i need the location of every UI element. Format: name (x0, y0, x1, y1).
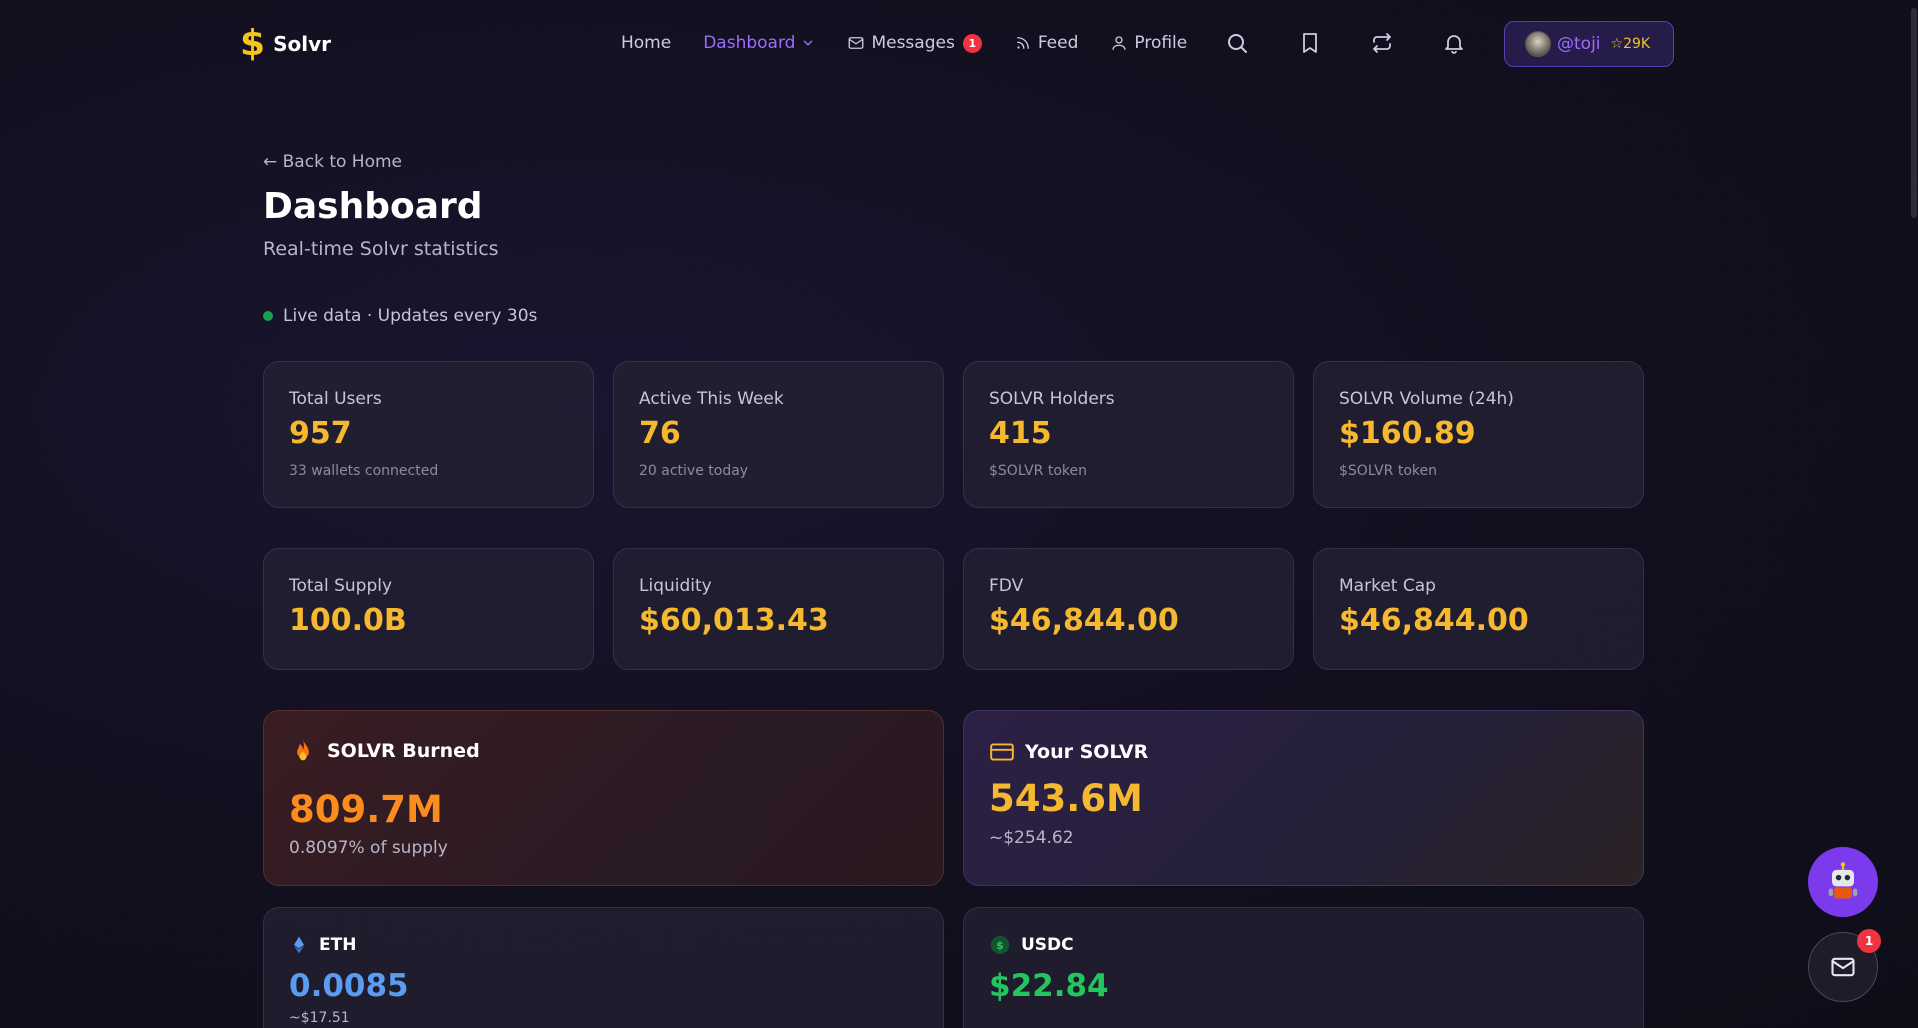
stat-card-volume: SOLVR Volume (24h) $160.89 $SOLVR token (1313, 361, 1644, 508)
burned-title: SOLVR Burned (289, 735, 480, 767)
stat-card-market-cap: Market Cap $46,844.00 (1313, 548, 1644, 670)
stat-label: Market Cap (1339, 576, 1436, 596)
chevron-down-icon (804, 40, 813, 46)
stat-label: Active This Week (639, 389, 784, 409)
wallet-card-icon (990, 743, 1014, 761)
notifications-button[interactable] (1442, 31, 1466, 55)
nav-messages[interactable]: Messages 1 (847, 31, 982, 55)
live-indicator: Live data · Updates every 30s (263, 306, 537, 326)
page-title: Dashboard (263, 186, 483, 227)
nav-links: Home Dashboard Messages 1 Feed Profile (621, 31, 1219, 55)
stat-card-total-users: Total Users 957 33 wallets connected (263, 361, 594, 508)
nav-home-label: Home (621, 33, 672, 53)
stat-value: $160.89 (1339, 416, 1476, 451)
your-solvr-value: 543.6M (989, 777, 1143, 820)
nav-feed[interactable]: Feed (1014, 31, 1079, 55)
dollar-coin-icon: $ (990, 935, 1010, 955)
usdc-title-label: USDC (1021, 935, 1074, 955)
live-text: Live data · Updates every 30s (283, 306, 538, 326)
stat-card-liquidity: Liquidity $60,013.43 (613, 548, 944, 670)
user-menu-button[interactable]: @toji ☆29K (1504, 21, 1674, 67)
eth-sub: ~$17.51 (289, 1010, 350, 1026)
dollar-logo-icon: $ (240, 23, 266, 64)
usdc-title: $ USDC (989, 934, 1074, 956)
messages-count-badge: 1 (962, 33, 982, 53)
nav-messages-label: Messages (871, 33, 955, 53)
usdc-value: $22.84 (989, 968, 1109, 1004)
stat-value: 76 (639, 416, 681, 451)
eth-title: ETH (289, 934, 356, 956)
eth-title-label: ETH (319, 935, 357, 955)
nav-feed-label: Feed (1037, 33, 1079, 53)
bell-icon (1445, 35, 1463, 54)
stat-card-total-supply: Total Supply 100.0B (263, 548, 594, 670)
stat-value: 100.0B (289, 603, 407, 638)
user-handle: @toji (1557, 34, 1601, 54)
your-solvr-title-label: Your SOLVR (1025, 741, 1149, 763)
flame-icon (297, 739, 309, 761)
live-dot-icon (263, 311, 273, 321)
stat-label: Total Supply (289, 576, 393, 596)
search-icon (1228, 34, 1247, 53)
repeat-icon (1373, 33, 1391, 53)
user-stars: ☆29K (1610, 36, 1651, 52)
nav-profile[interactable]: Profile (1110, 31, 1187, 55)
your-solvr-title: Your SOLVR (989, 739, 1148, 765)
stat-sub: $SOLVR token (989, 463, 1087, 479)
search-button[interactable] (1225, 31, 1249, 55)
stat-card-fdv: FDV $46,844.00 (963, 548, 1294, 670)
user-icon (1112, 36, 1127, 50)
swap-button[interactable] (1370, 31, 1394, 55)
ethereum-icon (294, 936, 304, 954)
assistant-bot-button[interactable] (1808, 847, 1878, 917)
mail-icon (849, 37, 864, 49)
stat-label: SOLVR Volume (24h) (1339, 389, 1514, 409)
burned-sub: 0.8097% of supply (289, 838, 448, 858)
stat-sub: 33 wallets connected (289, 463, 439, 479)
bookmark-icon (1303, 33, 1317, 53)
stat-label: FDV (989, 576, 1024, 596)
bookmarks-button[interactable] (1298, 31, 1322, 55)
eth-card: ETH 0.0085 ~$17.51 (263, 907, 944, 1028)
messages-fab-button[interactable]: 1 (1808, 929, 1881, 1002)
usdc-card: $ USDC $22.84 (963, 907, 1644, 1028)
stat-value: $46,844.00 (989, 603, 1179, 638)
rss-icon (1016, 37, 1029, 49)
stat-value: 957 (289, 416, 352, 451)
stat-card-active-week: Active This Week 76 20 active today (613, 361, 944, 508)
stat-sub: 20 active today (639, 463, 749, 479)
burned-value: 809.7M (289, 788, 443, 831)
brand-logo[interactable]: $ Solvr (240, 26, 331, 62)
nav-profile-label: Profile (1134, 33, 1188, 53)
stat-sub: $SOLVR token (1339, 463, 1437, 479)
your-solvr-card: Your SOLVR 543.6M ~$254.62 (963, 710, 1644, 886)
page-subtitle: Real-time Solvr statistics (263, 238, 499, 260)
stat-card-holders: SOLVR Holders 415 $SOLVR token (963, 361, 1294, 508)
scroll-thumb[interactable] (1911, 8, 1917, 218)
mail-icon (1831, 957, 1855, 977)
stat-value: $46,844.00 (1339, 603, 1529, 638)
avatar (1525, 31, 1551, 57)
eth-value: 0.0085 (289, 968, 409, 1004)
page-scrollbar[interactable] (1910, 0, 1918, 1028)
robot-icon (1828, 862, 1858, 899)
stat-label: SOLVR Holders (989, 389, 1115, 409)
top-navbar: $ Solvr Home Dashboard Messages 1 Feed P… (0, 0, 1918, 86)
nav-dashboard[interactable]: Dashboard (703, 31, 815, 55)
burned-title-label: SOLVR Burned (327, 740, 480, 762)
brand-name: Solvr (273, 32, 331, 56)
stat-value: 415 (989, 416, 1052, 451)
nav-home[interactable]: Home (621, 31, 671, 55)
burned-card: SOLVR Burned 809.7M 0.8097% of supply (263, 710, 944, 886)
svg-text:$: $ (996, 939, 1004, 952)
your-solvr-sub: ~$254.62 (989, 828, 1074, 848)
nav-dashboard-label: Dashboard (703, 33, 796, 53)
back-to-home-link[interactable]: ← Back to Home (263, 152, 402, 172)
mail-count-badge: 1 (1857, 929, 1881, 953)
stat-label: Liquidity (639, 576, 712, 596)
stat-label: Total Users (289, 389, 382, 409)
stat-value: $60,013.43 (639, 603, 829, 638)
